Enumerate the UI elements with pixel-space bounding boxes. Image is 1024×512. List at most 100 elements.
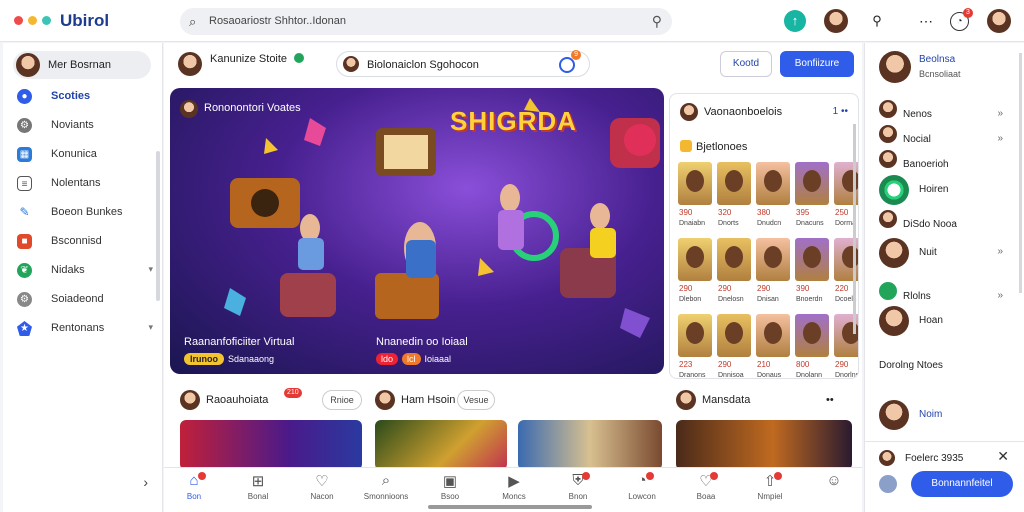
profile-pill[interactable]: Mer Bosrnan (13, 51, 151, 79)
primary-button[interactable]: Bonfiizure (780, 51, 854, 77)
section-title[interactable]: Ham Hsoin (401, 394, 455, 406)
bottom-nav-label: Lowcon (628, 492, 656, 501)
hero-banner[interactable]: Rononontori Voates SHIGRDA Raananfoficii… (170, 88, 664, 374)
section-title[interactable]: Raoauhoiata (206, 394, 268, 406)
sidebar-item-bsconnisd[interactable]: ■ Bsconnisd (17, 232, 153, 252)
sidebar-item-noviants[interactable]: ⚙ Noviants (17, 116, 153, 136)
bell-icon: ◔ (637, 472, 647, 489)
right-list-label: Hoiren (919, 184, 949, 195)
upload-icon[interactable]: ↑ (784, 10, 806, 32)
video-card[interactable] (375, 420, 507, 470)
search-bar[interactable]: ⌕ Rosaoariostr Shhtor..Idonan ⚲ (180, 8, 672, 35)
section-badge: 210 (284, 388, 302, 398)
gallery-scrollbar[interactable] (853, 124, 856, 334)
minimize-dot-icon[interactable] (28, 16, 37, 25)
horizontal-scrollbar[interactable] (428, 505, 592, 509)
bottom-nav-item[interactable]: ⊞ Bonal (228, 472, 288, 510)
section-title[interactable]: Mansdata (702, 394, 750, 406)
video-icon: ▶ (508, 473, 520, 490)
gallery-count: 390 (796, 284, 810, 293)
channel-pill[interactable]: Biolonaiclon Sgohocon 9 (336, 50, 590, 77)
search-icon[interactable]: ⚲ (866, 10, 888, 32)
notification-badge: 3 (963, 8, 973, 18)
chevron-down-icon[interactable]: ▾ (148, 322, 153, 333)
chevron-down-icon[interactable]: ▾ (148, 264, 153, 275)
sidebar-item-label: Konunica (51, 148, 97, 160)
more-icon[interactable]: ⋯ (915, 10, 937, 32)
sidebar-item-nolentans[interactable]: ≡ Nolentans (17, 174, 153, 194)
avatar[interactable] (178, 52, 202, 76)
right-list-item[interactable]: Hoan (879, 306, 1019, 336)
video-card[interactable] (180, 420, 362, 470)
user-avatar[interactable] (987, 9, 1011, 33)
gallery-count: 223 (679, 360, 693, 369)
gallery-thumbnail[interactable] (678, 162, 712, 205)
sidebar-item-rentonans[interactable]: ★ Rentonans ▾ (17, 319, 153, 339)
right-list-item[interactable]: Noim (879, 400, 1019, 430)
sidebar-scrollbar[interactable] (156, 151, 160, 301)
bottom-nav-item[interactable]: ⌕ Smonnioons (356, 472, 416, 510)
footer-button[interactable]: Bonnannfeitel (911, 471, 1013, 497)
gallery-thumbnail[interactable] (678, 238, 712, 281)
maximize-dot-icon[interactable] (42, 16, 51, 25)
right-list-item[interactable]: Nuit » (879, 238, 1019, 268)
avatar (879, 238, 909, 268)
gallery-thumbnail[interactable] (717, 162, 751, 205)
sidebar-item-label: Soiadeond (51, 293, 104, 305)
bottom-nav-item[interactable]: ◔ Lowcon (612, 472, 672, 510)
right-list-item[interactable]: DiSdo Nooa (879, 210, 1019, 240)
heart-outline-icon: ♡ (699, 473, 713, 490)
user-icon: ☺ (826, 472, 842, 489)
bottom-nav-item[interactable]: ⌂ Bon (164, 472, 224, 510)
gallery-more[interactable]: 1 •• (833, 106, 848, 117)
gallery-thumbnail[interactable] (795, 314, 829, 357)
sidebar-item-konunica[interactable]: ▦ Konunica (17, 145, 153, 165)
gallery-thumbnail[interactable] (756, 162, 790, 205)
gallery-thumbnail[interactable] (717, 238, 751, 281)
bottom-nav-item[interactable]: ♡ Boaa (676, 472, 736, 510)
chevron-right-icon[interactable]: › (143, 474, 148, 490)
gallery-thumbnail[interactable] (678, 314, 712, 357)
right-profile[interactable]: Beolnsa Bcnsoliaat (879, 51, 1019, 87)
chevron-right-icon[interactable]: » (997, 246, 1003, 257)
right-scrollbar[interactable] (1019, 53, 1022, 293)
chevron-right-icon[interactable]: » (997, 290, 1003, 301)
secondary-button[interactable]: Kootd (720, 51, 772, 77)
channel-name[interactable]: Kanunize Stoite (210, 53, 287, 65)
gallery-thumbnail[interactable] (756, 314, 790, 357)
avatar[interactable] (824, 9, 848, 33)
bottom-nav-item[interactable]: ☺ (804, 472, 864, 510)
video-card[interactable] (518, 420, 662, 470)
chevron-right-icon[interactable]: » (997, 133, 1003, 144)
sidebar-item-scoties[interactable]: ● Scoties (17, 87, 153, 107)
gallery-thumbnail[interactable] (717, 314, 751, 357)
close-dot-icon[interactable] (14, 16, 23, 25)
section-button[interactable]: Rnioe (322, 390, 362, 410)
bottom-nav-label: Bnon (568, 492, 588, 501)
right-list-item[interactable]: Dorolng Ntoes (879, 360, 1019, 390)
avatar (879, 210, 897, 228)
section-button[interactable]: Vesue (457, 390, 495, 410)
gallery-label: Donaus (757, 372, 782, 379)
right-panel: Beolnsa Bcnsoliaat Nenos » Nocial » Banoerio… (864, 43, 1024, 512)
heart-icon: ♡ (315, 473, 329, 490)
bottom-nav-item[interactable]: ♡ Nacon (292, 472, 352, 510)
app-logo[interactable]: Ubirol (60, 11, 109, 31)
video-card[interactable] (676, 420, 852, 470)
refresh-icon[interactable] (559, 57, 575, 73)
search-icon: ⌕ (381, 472, 391, 489)
search-submit-icon[interactable]: ⚲ (652, 13, 662, 30)
globe-icon[interactable] (879, 475, 897, 493)
sidebar-item-boeon-bunkes[interactable]: ✎ Boeon Bunkes (17, 203, 153, 223)
sidebar-item-nidaks[interactable]: ❦ Nidaks ▾ (17, 261, 153, 281)
sidebar-item-soiadeond[interactable]: ⚙ Soiadeond (17, 290, 153, 310)
avatar (879, 51, 911, 83)
gallery-thumbnail[interactable] (795, 162, 829, 205)
gallery-thumbnail[interactable] (756, 238, 790, 281)
gallery-thumbnail[interactable] (795, 238, 829, 281)
right-list-item[interactable]: Hoiren (879, 175, 1019, 205)
close-icon[interactable]: ✕ (997, 448, 1009, 465)
section-more[interactable]: •• (826, 394, 834, 406)
bottom-nav-item[interactable]: ⇧ Nmpiel (740, 472, 800, 510)
chevron-right-icon[interactable]: » (997, 108, 1003, 119)
